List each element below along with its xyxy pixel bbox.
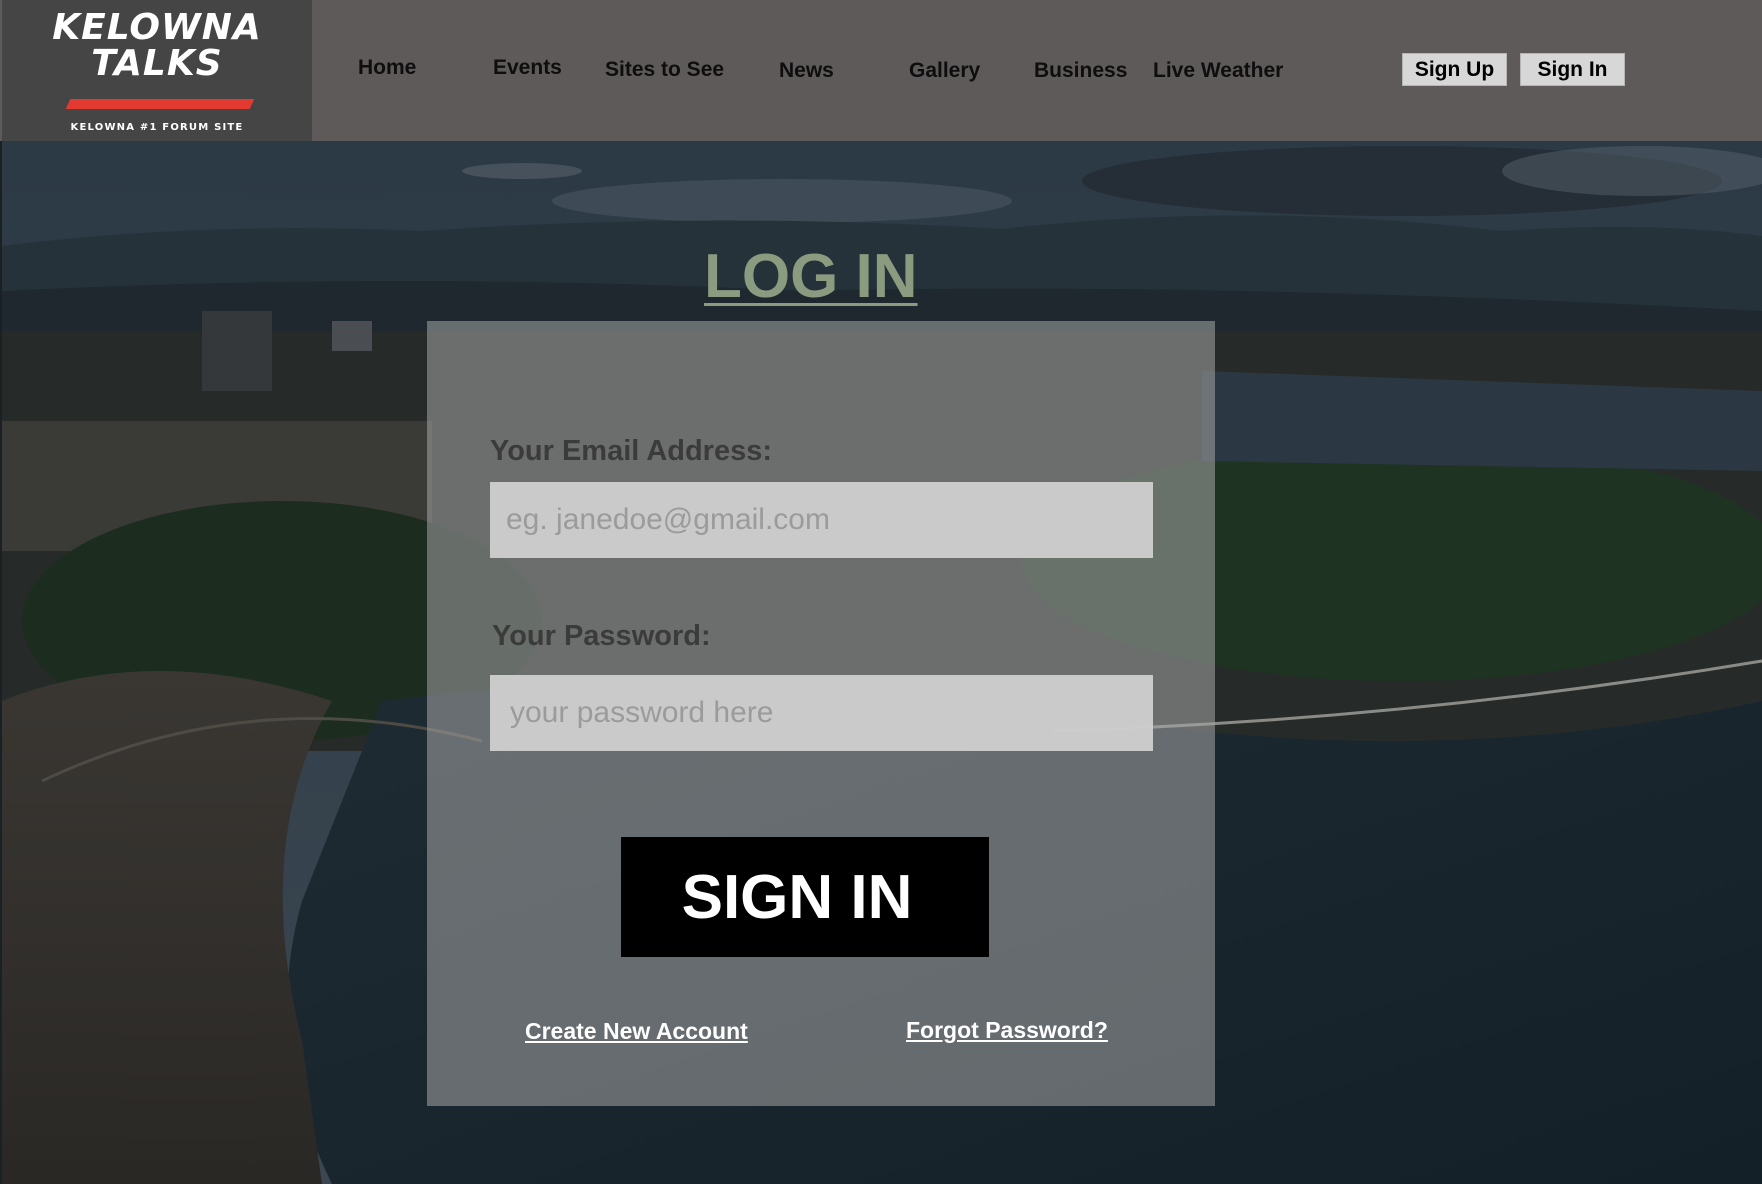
nav-live-weather[interactable]: Live Weather — [1153, 59, 1283, 83]
sign-up-button[interactable]: Sign Up — [1402, 53, 1507, 86]
password-label: Your Password: — [492, 620, 711, 652]
logo-tagline: KELOWNA #1 FORUM SITE — [70, 122, 244, 133]
site-logo[interactable]: KELOWNA TALKS KELOWNA #1 FORUM SITE — [2, 0, 312, 141]
email-input[interactable] — [490, 482, 1153, 558]
nav-sites-to-see[interactable]: Sites to See — [605, 58, 724, 82]
login-title: LOG IN — [704, 242, 918, 311]
nav-business[interactable]: Business — [1034, 59, 1127, 83]
email-label: Your Email Address: — [490, 435, 773, 467]
site-header: KELOWNA TALKS KELOWNA #1 FORUM SITE Home… — [0, 0, 1762, 141]
password-input[interactable] — [490, 675, 1153, 751]
nav-news[interactable]: News — [779, 59, 834, 83]
nav-gallery[interactable]: Gallery — [909, 59, 980, 83]
header-sign-in-button[interactable]: Sign In — [1520, 53, 1625, 86]
logo-title-line-1: KELOWNA — [52, 7, 262, 48]
forgot-password-link[interactable]: Forgot Password? — [906, 1017, 1108, 1044]
nav-home[interactable]: Home — [358, 56, 416, 80]
logo-accent-bar — [65, 99, 255, 109]
create-account-link[interactable]: Create New Account — [525, 1018, 748, 1045]
logo-title-line-2: TALKS — [91, 43, 223, 84]
nav-events[interactable]: Events — [493, 56, 562, 80]
sign-in-submit-button[interactable]: SIGN IN — [621, 837, 989, 957]
